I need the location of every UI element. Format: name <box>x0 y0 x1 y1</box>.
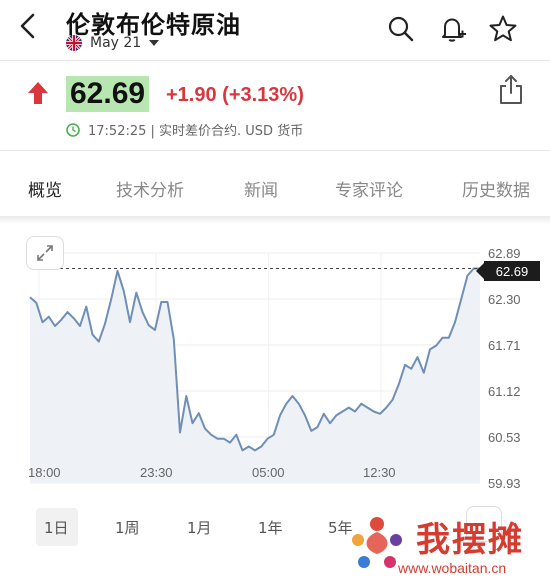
price-divider <box>0 150 550 151</box>
search-icon <box>388 16 414 42</box>
price-highlight: 62.69 <box>66 76 150 112</box>
y-tick-label: 60.53 <box>488 430 521 445</box>
y-tick-label: 61.71 <box>488 338 521 353</box>
header-divider <box>0 60 550 61</box>
share-button[interactable] <box>497 74 525 106</box>
y-tick-label: 62.30 <box>488 292 521 307</box>
tabs-shadow <box>0 216 550 224</box>
bell-plus-icon <box>442 18 466 42</box>
clock-icon <box>66 122 80 137</box>
share-icon <box>500 75 522 104</box>
tab-history[interactable]: 历史数据 <box>462 176 530 201</box>
section-tabs: 概览 技术分析 新闻 专家评论 历史数据 <box>0 160 550 216</box>
x-tick-label: 12:30 <box>363 465 396 480</box>
price-chart[interactable] <box>0 226 550 501</box>
watermark: 我摆摊 www.wobaitan.cn <box>340 508 550 583</box>
x-tick-label: 23:30 <box>140 465 173 480</box>
status-text: 17:52:25 | 实时差价合约. USD 货币 <box>88 124 304 139</box>
date-selector[interactable]: May 21 <box>66 35 160 51</box>
y-tick-label: 59.93 <box>488 476 521 491</box>
period-1m[interactable]: 1月 <box>187 517 212 538</box>
star-icon <box>489 15 517 42</box>
status-row: 17:52:25 | 实时差价合约. USD 货币 <box>66 120 303 139</box>
back-button[interactable] <box>14 10 42 42</box>
up-arrow-icon <box>28 82 48 104</box>
price-block: 62.69 +1.90 (+3.13%) 17:52:25 | 实时差价合约. … <box>0 64 550 146</box>
back-arrow-icon <box>20 13 35 39</box>
period-1w[interactable]: 1周 <box>115 517 140 538</box>
price-change: +1.90 (+3.13%) <box>166 84 304 106</box>
watermark-text: 我摆摊 <box>416 520 524 560</box>
period-1y[interactable]: 1年 <box>258 517 283 538</box>
date-label: May 21 <box>90 35 142 51</box>
current-price-tag: 62.69 <box>476 261 540 281</box>
uk-flag-icon <box>66 35 82 51</box>
alert-button[interactable] <box>438 14 468 44</box>
x-tick-label: 05:00 <box>252 465 285 480</box>
tab-analysis[interactable]: 专家评论 <box>335 176 403 201</box>
last-price: 62.69 <box>70 77 146 110</box>
favorite-button[interactable] <box>488 14 518 44</box>
tab-technical[interactable]: 技术分析 <box>116 176 184 201</box>
period-1d[interactable]: 1日 <box>44 517 69 538</box>
watermark-url: www.wobaitan.cn <box>398 560 507 576</box>
tab-news[interactable]: 新闻 <box>244 176 278 201</box>
y-tick-label: 61.12 <box>488 384 521 399</box>
search-button[interactable] <box>386 14 416 44</box>
caret-down-icon <box>149 40 160 46</box>
expand-chart-button[interactable] <box>26 236 64 270</box>
tab-overview[interactable]: 概览 <box>28 176 62 201</box>
x-tick-label: 18:00 <box>28 465 61 480</box>
y-tick-label: 62.89 <box>488 246 521 261</box>
expand-icon <box>37 245 53 261</box>
header: 伦敦布伦特原油 May 21 <box>0 0 550 60</box>
